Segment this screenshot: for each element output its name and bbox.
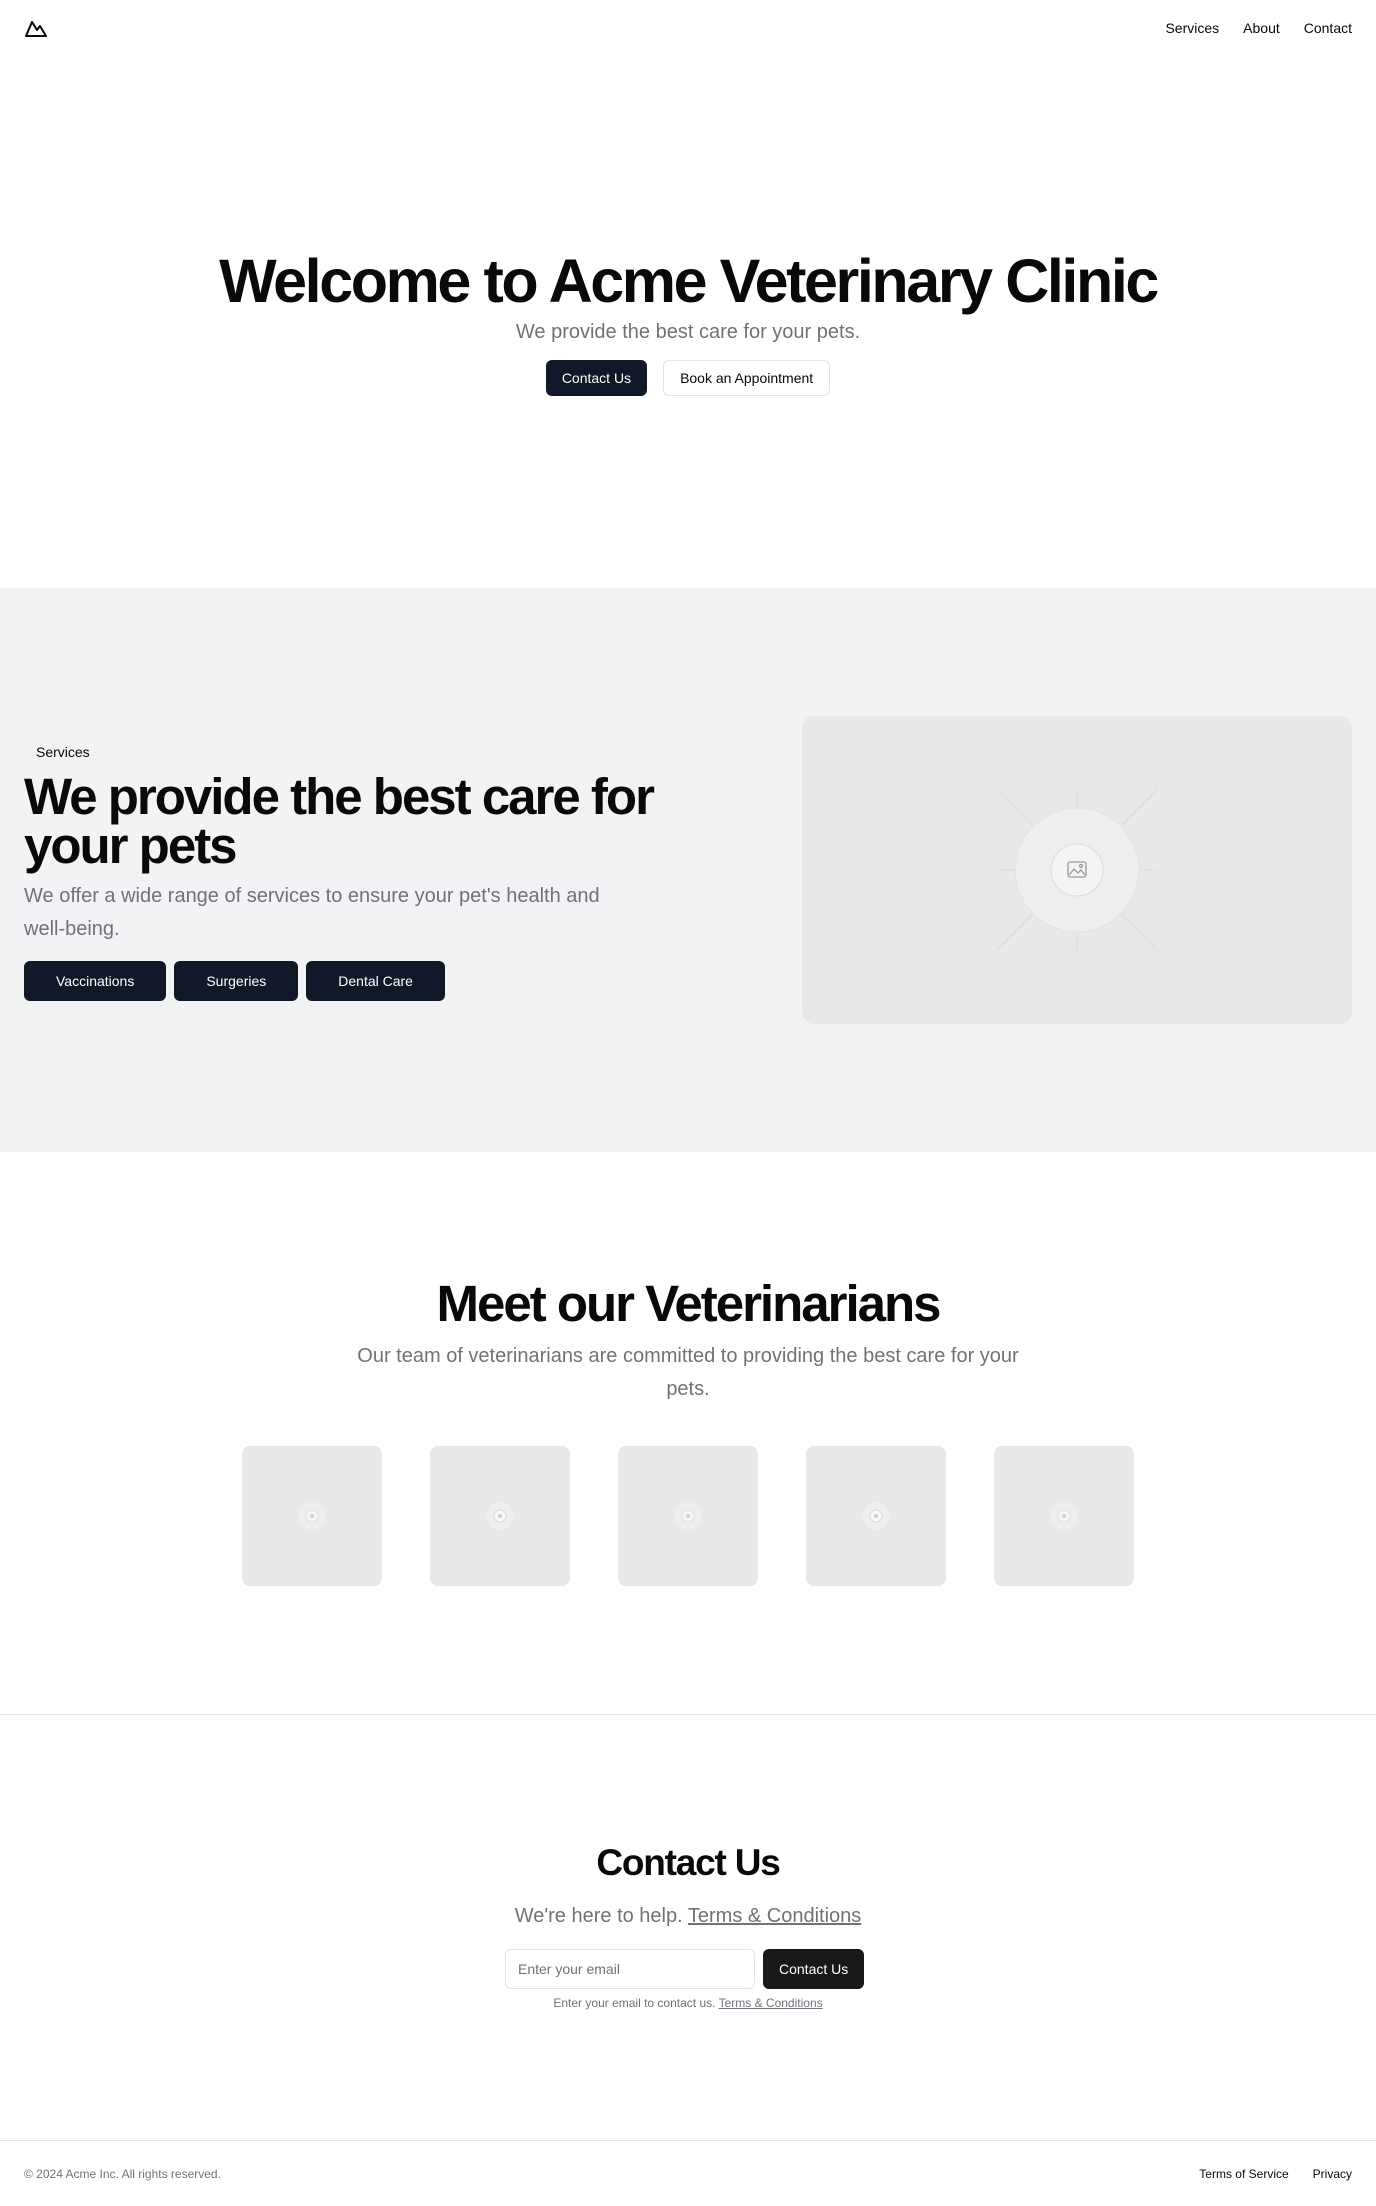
site-header: Services About Contact [0, 0, 1376, 56]
copyright-text: © 2024 Acme Inc. All rights reserved. [24, 2166, 221, 2181]
veterinarian-photo-placeholder [806, 1446, 946, 1586]
services-section: Services We provide the best care for yo… [0, 588, 1376, 1152]
vaccinations-button[interactable]: Vaccinations [24, 961, 167, 1001]
contact-subtitle: We're here to help. Terms & Conditions [0, 1901, 1376, 1931]
image-placeholder-icon [996, 789, 1158, 951]
site-footer: © 2024 Acme Inc. All rights reserved. Te… [0, 2140, 1376, 2206]
surgeries-button[interactable]: Surgeries [174, 961, 299, 1001]
privacy-link[interactable]: Privacy [1313, 2167, 1352, 2181]
services-badge: Services [36, 744, 90, 760]
image-placeholder-icon [298, 1502, 326, 1530]
nav-services-link[interactable]: Services [1165, 20, 1219, 36]
terms-of-service-link[interactable]: Terms of Service [1199, 2167, 1288, 2181]
nav-contact-link[interactable]: Contact [1304, 20, 1352, 36]
contact-hint-text: Enter your email to contact us. [553, 1996, 716, 2010]
contact-section: Contact Us We're here to help. Terms & C… [0, 1715, 1376, 2140]
hero-title: Welcome to Acme Veterinary Clinic [219, 246, 1159, 315]
hero-subtitle: We provide the best care for your pets. [515, 321, 861, 344]
nav-about-link[interactable]: About [1243, 20, 1280, 36]
services-buttons: Vaccinations Surgeries Dental Care [24, 961, 445, 1001]
veterinarians-description: Our team of veterinarians are committed … [357, 1345, 1019, 1400]
dental-care-button[interactable]: Dental Care [306, 961, 445, 1001]
mountain-icon[interactable] [24, 16, 48, 40]
hero-section: Welcome to Acme Veterinary Clinic We pro… [0, 56, 1376, 588]
veterinarian-photo-placeholder [242, 1446, 382, 1586]
contact-subtitle-text: We're here to help. [514, 1905, 683, 1927]
image-placeholder-icon [1050, 1502, 1078, 1530]
hint-terms-conditions-link[interactable]: Terms & Conditions [719, 1996, 823, 2010]
contact-hint: Enter your email to contact us. Terms & … [0, 1996, 1376, 2010]
contact-form: Contact Us [505, 1949, 865, 1989]
book-appointment-button[interactable]: Book an Appointment [663, 360, 831, 397]
footer-links: Terms of Service Privacy [1199, 2167, 1352, 2181]
veterinarian-photo-placeholder [618, 1446, 758, 1586]
veterinarian-photo-placeholder [430, 1446, 570, 1586]
services-image-placeholder [802, 716, 1352, 1024]
image-placeholder-icon [862, 1502, 890, 1530]
email-input[interactable] [505, 1949, 755, 1989]
contact-submit-button[interactable]: Contact Us [763, 1949, 865, 1989]
contact-us-button[interactable]: Contact Us [545, 360, 648, 397]
veterinarian-photo-placeholder [994, 1446, 1134, 1586]
hero-buttons: Contact Us Book an Appointment [545, 360, 831, 397]
contact-title: Contact Us [596, 1842, 781, 1883]
image-placeholder-icon [486, 1502, 514, 1530]
services-description: We offer a wide range of services to ens… [24, 885, 600, 940]
veterinarian-grid [242, 1446, 1134, 1586]
veterinarians-section: Meet our Veterinarians Our team of veter… [0, 1152, 1376, 1714]
terms-conditions-link[interactable]: Terms & Conditions [688, 1905, 861, 1927]
image-placeholder-icon [674, 1502, 702, 1530]
veterinarians-title: Meet our Veterinarians [436, 1275, 941, 1332]
services-title: We provide the best care for your pets [24, 768, 655, 874]
main-nav: Services About Contact [1165, 20, 1352, 36]
